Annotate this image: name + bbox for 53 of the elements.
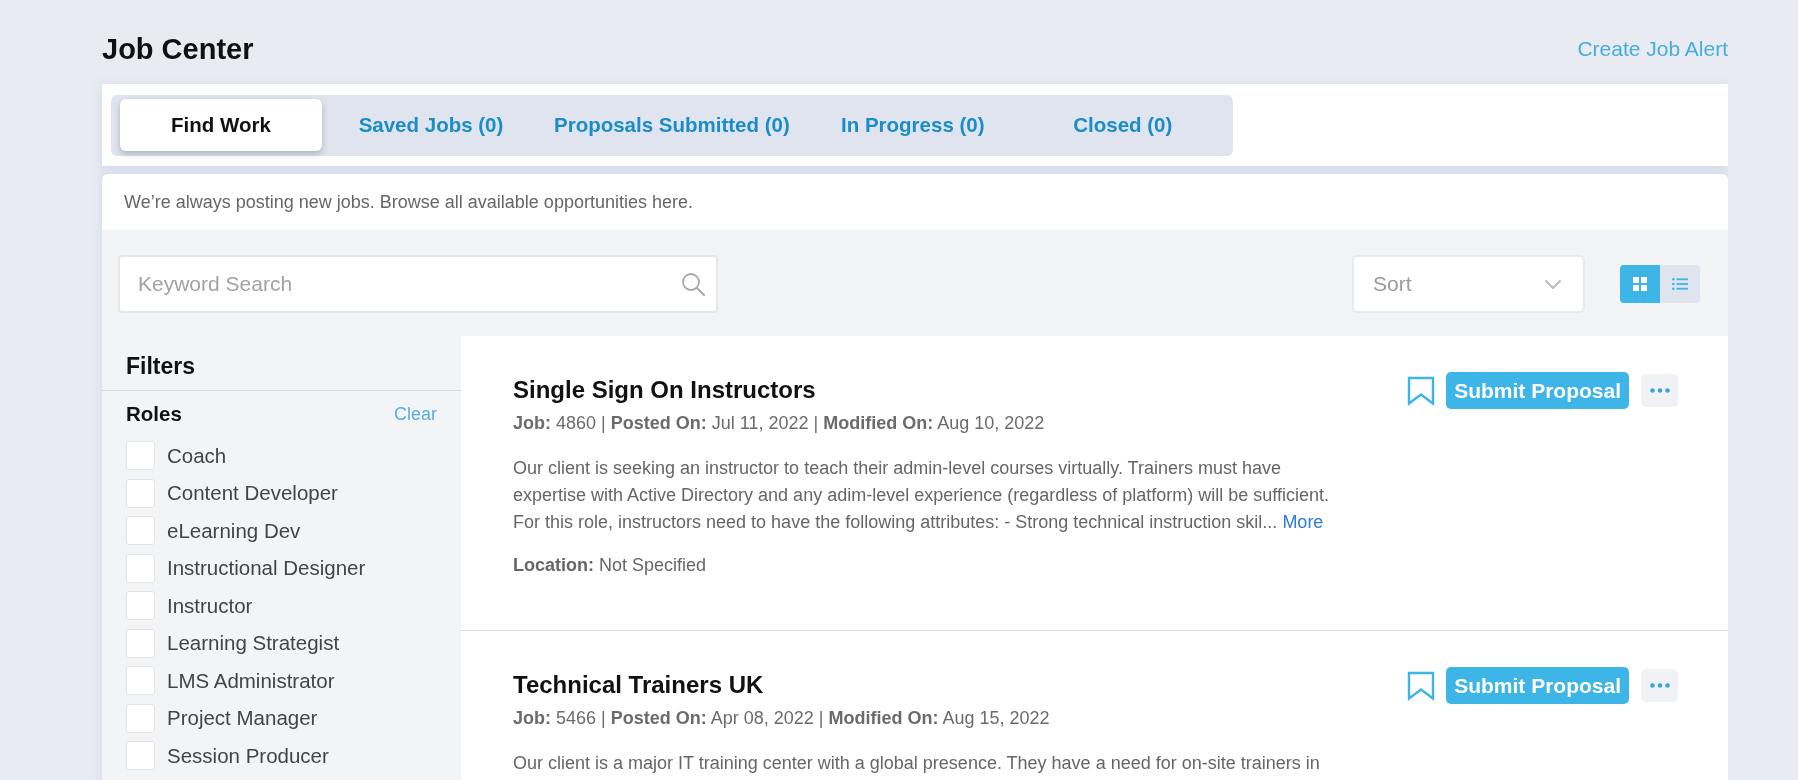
- grid-icon: [1633, 277, 1647, 291]
- job-description: Our client is a major IT training center with a global presence. They have a need for on-site trainers in: [513, 752, 1320, 775]
- checkbox[interactable]: [126, 628, 155, 658]
- page-title: Job Center: [102, 32, 254, 66]
- option-label: Learning Strategist: [167, 631, 340, 656]
- list-icon: [1672, 278, 1688, 290]
- tab[interactable]: Saved Jobs (0): [330, 99, 532, 151]
- sort-dropdown[interactable]: Sort: [1352, 255, 1585, 313]
- option-label: Project Manager: [167, 706, 318, 731]
- list-view-button[interactable]: [1660, 265, 1700, 303]
- checkbox[interactable]: [126, 553, 155, 583]
- option-label: Instructional Designer: [167, 556, 366, 581]
- search-icon: [681, 272, 705, 296]
- job-location: Location: Not Specified: [513, 554, 707, 577]
- checkbox[interactable]: [126, 516, 155, 546]
- ellipsis-icon: [1649, 388, 1670, 393]
- tab[interactable]: In Progress (0): [811, 99, 1014, 151]
- more-link[interactable]: More: [1282, 512, 1324, 532]
- checkbox[interactable]: [126, 703, 155, 733]
- intro-text: We’re always posting new jobs. Browse all available opportunities here.: [124, 191, 693, 213]
- grid-view-button[interactable]: [1620, 265, 1660, 303]
- bookmark-icon[interactable]: [1407, 670, 1436, 701]
- submit-proposal-button[interactable]: Submit Proposal: [1446, 667, 1629, 704]
- tab[interactable]: Find Work: [120, 99, 322, 151]
- chevron-down-icon: [1544, 278, 1562, 290]
- option-label: Session Producer: [167, 743, 329, 768]
- job-meta: Job: 4860 | Posted On: Jul 11, 2022 | Modified On: Aug 10, 2022: [513, 412, 1045, 435]
- job-meta: Job: 5466 | Posted On: Apr 08, 2022 | Modified On: Aug 15, 2022: [513, 707, 1050, 730]
- checkbox[interactable]: [126, 478, 155, 508]
- ellipsis-icon: [1649, 683, 1670, 688]
- section-heading: Roles: [126, 401, 182, 427]
- clear-link[interactable]: Clear: [394, 403, 437, 425]
- checkbox[interactable]: [126, 441, 155, 471]
- option-label: eLearning Dev: [167, 518, 301, 543]
- job-title: Single Sign On Instructors: [513, 376, 816, 404]
- option-label: Coach: [167, 443, 227, 468]
- tab[interactable]: Closed (0): [1021, 99, 1224, 151]
- tab[interactable]: Proposals Submitted (0): [540, 99, 804, 151]
- checkbox[interactable]: [126, 741, 155, 771]
- checkbox[interactable]: [126, 666, 155, 696]
- more-button[interactable]: [1641, 374, 1678, 407]
- more-button[interactable]: [1641, 669, 1678, 702]
- create-job-alert-link[interactable]: Create Job Alert: [1577, 36, 1728, 62]
- checkbox[interactable]: [126, 591, 155, 621]
- option-label: Content Developer: [167, 481, 338, 506]
- bookmark-icon[interactable]: [1407, 375, 1436, 406]
- option-label: LMS Administrator: [167, 668, 335, 693]
- job-description: Our client is seeking an instructor to teach their admin-level courses virtually. Trainers must have expertise with Active Directory and any adim-level experience (regardless of platform) will be sufficient. For this role, instructors need to have the following attributes: - Strong technical instruction skil... More: [513, 457, 1331, 534]
- search-field[interactable]: Keyword Search: [118, 255, 718, 313]
- job-title: Technical Trainers UK: [513, 671, 764, 699]
- filters-heading: Filters: [126, 352, 196, 380]
- option-label: Instructor: [167, 593, 253, 618]
- submit-proposal-button[interactable]: Submit Proposal: [1446, 372, 1629, 409]
